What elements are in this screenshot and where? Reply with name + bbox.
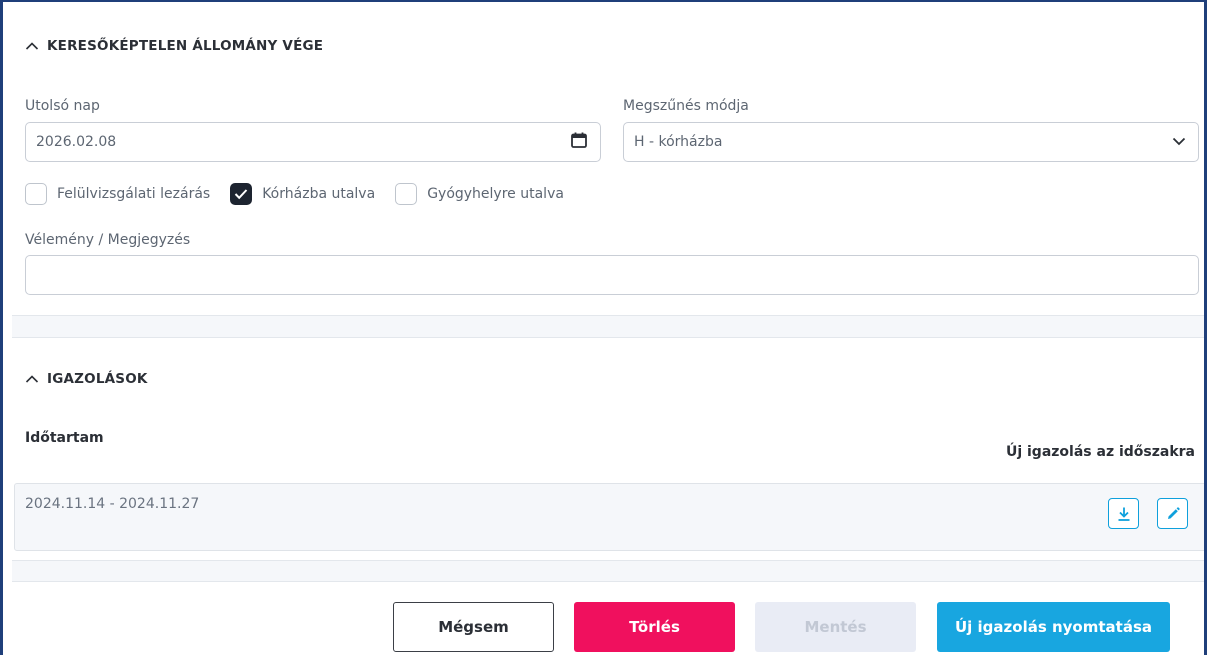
opinion-input[interactable] — [25, 255, 1199, 295]
checkbox-label: Felülvizsgálati lezárás — [57, 186, 211, 202]
checkbox-row: Felülvizsgálati lezárás Kórházba utalva … — [25, 183, 584, 205]
section-header-certs[interactable]: IGAZOLÁSOK — [25, 371, 148, 387]
section-divider — [12, 560, 1204, 582]
termination-select[interactable]: H - kórházba — [623, 122, 1199, 162]
last-day-field[interactable]: 2026.02.08 — [25, 122, 601, 162]
table-row: 2024.11.14 - 2024.11.27 — [14, 483, 1204, 551]
chevron-up-icon — [25, 375, 39, 383]
last-day-label: Utolsó nap — [25, 98, 100, 114]
download-icon — [1118, 507, 1129, 521]
download-button[interactable] — [1108, 498, 1139, 529]
print-new-cert-button[interactable]: Új igazolás nyomtatása — [937, 602, 1170, 652]
edit-icon — [1167, 506, 1180, 519]
termination-value: H - kórházba — [634, 134, 723, 150]
checkbox-hospital-referral[interactable]: Kórházba utalva — [230, 183, 375, 205]
checkbox-label: Gyógyhelyre utalva — [427, 186, 564, 202]
chevron-up-icon — [25, 42, 39, 50]
section-divider — [12, 315, 1204, 338]
dialog-frame: KERESŐKÉPTELEN ÁLLOMÁNY VÉGE Utolsó nap … — [0, 0, 1207, 655]
checkbox-box-checked[interactable] — [230, 183, 253, 205]
checkbox-label: Kórházba utalva — [262, 186, 376, 202]
checkbox-box[interactable] — [395, 183, 418, 205]
checkmark-icon — [234, 189, 248, 200]
section-header-end[interactable]: KERESŐKÉPTELEN ÁLLOMÁNY VÉGE — [25, 38, 323, 54]
last-day-value: 2026.02.08 — [36, 134, 117, 150]
new-cert-header: Új igazolás az időszakra — [1005, 444, 1195, 460]
section-title-end: KERESŐKÉPTELEN ÁLLOMÁNY VÉGE — [47, 38, 324, 54]
duration-header: Időtartam — [25, 430, 104, 446]
opinion-label: Vélemény / Megjegyzés — [25, 232, 191, 248]
calendar-icon[interactable] — [570, 131, 588, 153]
termination-label: Megszűnés módja — [623, 98, 749, 114]
cancel-button[interactable]: Mégsem — [393, 602, 554, 652]
edit-button[interactable] — [1157, 498, 1188, 529]
delete-button[interactable]: Törlés — [574, 602, 735, 652]
chevron-down-icon — [1172, 134, 1186, 150]
save-button[interactable]: Mentés — [755, 602, 916, 652]
checkbox-box[interactable] — [25, 183, 47, 205]
section-title-certs: IGAZOLÁSOK — [47, 371, 148, 387]
checkbox-review-closure[interactable]: Felülvizsgálati lezárás — [25, 183, 210, 205]
checkbox-spa-referral[interactable]: Gyógyhelyre utalva — [395, 183, 564, 205]
period-value: 2024.11.14 - 2024.11.27 — [25, 496, 200, 512]
